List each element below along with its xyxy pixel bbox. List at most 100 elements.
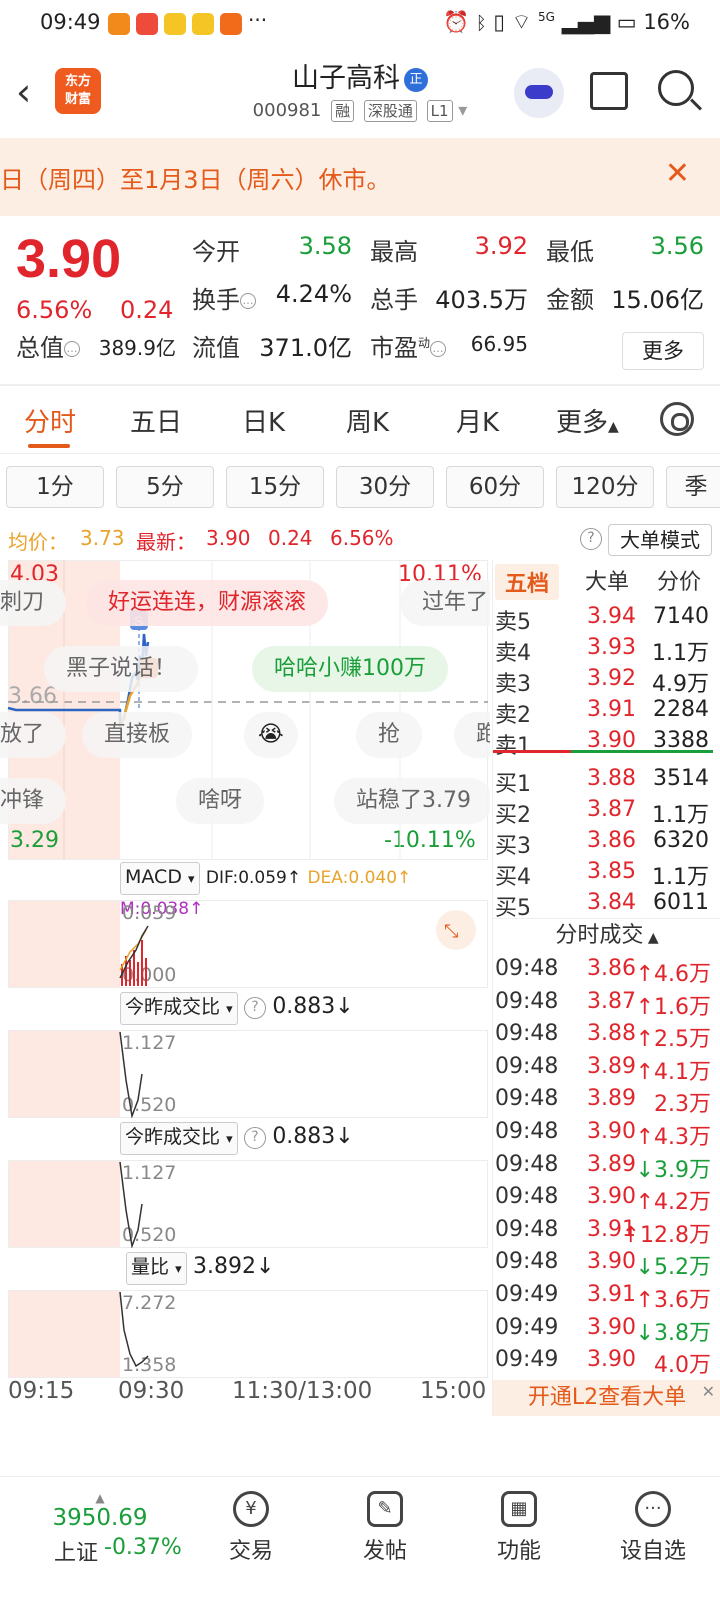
info-icon[interactable]: … [430, 341, 447, 357]
indicator-selector[interactable]: 今昨成交比 ▾ [120, 1122, 238, 1155]
l2-upgrade-banner[interactable]: 开通L2查看大单 ✕ [493, 1380, 720, 1416]
close-icon[interactable]: ✕ [702, 1374, 715, 1410]
intraday-chart[interactable]: 4.03 10.11% 3.66 3.29 -10.11% S 刺刀 好运连连，… [0, 560, 490, 1416]
indicator-selector[interactable]: 量比 ▾ [126, 1252, 187, 1285]
period-quarter[interactable]: 季 [666, 466, 720, 508]
low-label: 最低 [546, 238, 594, 266]
trade-price: 3.90 [587, 1119, 636, 1144]
trade-price: 3.90 [587, 1184, 636, 1210]
trade-volume: 2.3万 [654, 1092, 711, 1118]
period-15min[interactable]: 15分 [226, 466, 324, 508]
tab-weekly-k[interactable]: 周K [346, 402, 389, 439]
arrow-down-icon: ↓ [335, 994, 354, 1019]
comment-bubble[interactable]: 站稳了3.79 [334, 778, 490, 824]
info-icon[interactable]: … [64, 341, 80, 357]
bid-ratio-bar [571, 750, 713, 753]
nav-functions[interactable]: ▦ 功能 [474, 1491, 564, 1565]
trade-row: 09:49 3.90 4.0万 [493, 1347, 720, 1380]
more-notifications-icon: ··· [248, 8, 268, 32]
notification-app-icon [220, 13, 242, 35]
trade-row: 09:48 3.90 ↑4.2万 [493, 1184, 720, 1217]
comment-bubble[interactable]: 直接板 [82, 712, 193, 758]
wifi-icon: ⌔ [511, 10, 532, 34]
expand-icon: ⤡ [444, 921, 458, 942]
battery-icon: ▭ [616, 10, 637, 34]
trade-time: 09:48 [495, 1021, 559, 1047]
nav-add-watchlist[interactable]: ··· 设自选 [608, 1491, 698, 1565]
comment-bubble[interactable]: 抢 [356, 712, 423, 758]
period-60min[interactable]: 60分 [446, 466, 544, 508]
tab-monthly-k[interactable]: 月K [456, 402, 499, 439]
info-icon[interactable]: … [240, 293, 256, 309]
settings-gear-icon[interactable] [660, 402, 694, 436]
indicator-selector[interactable]: 今昨成交比 ▾ [120, 992, 238, 1025]
more-quote-button[interactable]: 更多 [622, 332, 704, 370]
trade-volume: ↓3.9万 [635, 1157, 711, 1183]
period-1min[interactable]: 1分 [6, 466, 104, 508]
period-30min[interactable]: 30分 [336, 466, 434, 508]
comment-bubble[interactable]: 好运连连，财源滚滚 [86, 580, 329, 626]
indicator-value: 0.883 [272, 994, 336, 1019]
nav-functions-label: 功能 [496, 1539, 541, 1564]
comment-bubble[interactable]: 放了 [0, 712, 67, 758]
avg-value: 3.73 [80, 526, 125, 550]
tab-price-dist[interactable]: 分价 [657, 564, 701, 596]
level-tag: L1 [426, 100, 453, 122]
comment-bubble[interactable]: 啥呀 [176, 778, 265, 824]
tab-five-day[interactable]: 五日 [130, 402, 182, 439]
share-icon[interactable] [590, 72, 628, 110]
comment-bubble[interactable]: 过年了 [400, 580, 490, 626]
comment-bubble[interactable]: 黑子说话！ [44, 646, 199, 692]
period-5min[interactable]: 5分 [116, 466, 214, 508]
emoji-bubble[interactable]: 😭 [244, 712, 298, 758]
big-order-mode-button[interactable]: 大单模式 [608, 524, 712, 556]
trades-header[interactable]: 分时成交 ▲ [493, 918, 720, 952]
comment-bubble[interactable]: 刺刀 [0, 580, 67, 626]
ai-assistant-icon[interactable] [514, 68, 564, 118]
tab-intraday[interactable]: 分时 [24, 402, 76, 439]
trade-volume: ↑1.6万 [635, 994, 711, 1020]
indicator-name: 今昨成交比 [125, 996, 221, 1018]
index-ticker[interactable]: ▲ 3950.69 上证 -0.37% [20, 1491, 181, 1566]
bid-price: 3.86 [587, 828, 636, 853]
order-book-panel: 五档 大单 分价 卖5 3.94 7140 卖4 3.93 1.1万 卖3 3.92 4.9万卖… [492, 560, 720, 1416]
signal-icon: 5G [538, 10, 555, 24]
tab-daily-k[interactable]: 日K [242, 402, 285, 439]
dropdown-icon: ▾ [175, 1262, 182, 1277]
trade-price: 3.91 [587, 1282, 636, 1307]
tab-five-level[interactable]: 五档 [495, 564, 560, 600]
comment-bubble[interactable]: 冲锋 [0, 778, 67, 824]
close-icon[interactable]: ✕ [665, 156, 690, 191]
alarm-icon: ⏰ [442, 10, 470, 34]
yen-icon: ¥ [233, 1491, 269, 1527]
dropdown-icon: ▾ [226, 1002, 233, 1017]
nav-trade[interactable]: ¥ 交易 [206, 1491, 296, 1565]
comment-bubble[interactable]: 哈哈小赚100万 [252, 646, 448, 692]
tab-more[interactable]: 更多▲ [556, 402, 619, 439]
status-bar: 09:49 ··· ⏰ ᛒ ▯ ⌔ 5G ▂▄▆ ▭ 16% [0, 0, 720, 46]
indicator-name: 今昨成交比 [125, 1126, 221, 1148]
bid-price: 3.85 [587, 859, 636, 884]
tab-big-order[interactable]: 大单 [585, 564, 629, 596]
nav-post[interactable]: ✎ 发帖 [340, 1491, 430, 1565]
trade-volume: ↑4.3万 [635, 1125, 711, 1150]
avg-label: 均价： [8, 530, 68, 554]
macd-selector[interactable]: MACD ▾ [120, 862, 200, 895]
stock-code: 000981 [252, 100, 322, 121]
ask-level-label: 卖2 [495, 703, 531, 728]
trade-price: 3.90 [587, 1347, 636, 1373]
search-icon[interactable] [658, 70, 694, 106]
trade-time: 09:49 [495, 1282, 559, 1307]
ask-price: 3.91 [587, 697, 636, 722]
help-icon[interactable]: ? [243, 996, 266, 1019]
notification-app-icon [136, 13, 158, 35]
help-icon[interactable]: ? [580, 528, 602, 550]
ask-volume: 4.9万 [652, 672, 709, 697]
help-icon[interactable]: ? [243, 1126, 266, 1149]
period-120min[interactable]: 120分 [556, 466, 654, 508]
turnover-value: 4.24% [275, 280, 352, 308]
macd-svg: ⤡ [119, 910, 476, 986]
verified-badge: 正 [404, 67, 428, 92]
bid-level-label: 买1 [495, 772, 531, 797]
amount-label: 金额 [546, 286, 594, 314]
